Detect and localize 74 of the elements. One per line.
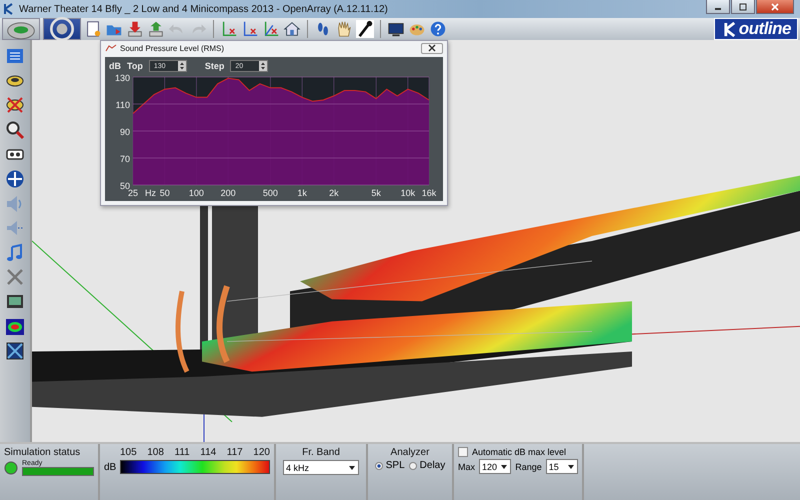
y-tick-label: 130 <box>114 73 130 83</box>
x-unit-label: Hz <box>145 188 156 198</box>
status-led-icon <box>4 461 18 475</box>
panel-close-button[interactable] <box>421 42 443 54</box>
x-tick-label: 200 <box>220 188 236 198</box>
speaker-view-button[interactable] <box>43 18 81 40</box>
x-tick-label: 1k <box>297 188 307 198</box>
curve-icon <box>105 44 117 52</box>
microphone-icon[interactable] <box>356 20 374 38</box>
range-label: Range <box>515 462 542 472</box>
maximize-icon <box>738 2 748 10</box>
crossed-box-icon[interactable] <box>5 341 25 362</box>
x-tick-label: 2k <box>329 188 339 198</box>
unit-label: dB <box>109 61 121 71</box>
speaker-crossed-icon[interactable] <box>5 95 25 116</box>
magnifier-icon[interactable] <box>5 120 25 140</box>
simulation-status-label: Simulation status <box>4 447 82 458</box>
music-note-icon[interactable] <box>5 242 25 263</box>
y-tick-label: 90 <box>120 127 130 137</box>
close-icon <box>427 44 437 52</box>
scale-tick-label: 114 <box>200 447 216 458</box>
monitor-icon[interactable] <box>387 20 405 38</box>
y-tick-label: 110 <box>116 100 130 110</box>
band-dropdown[interactable]: 4 kHz <box>283 460 359 475</box>
minimize-button[interactable] <box>706 0 730 14</box>
dropdown-caret-icon[interactable] <box>500 462 508 470</box>
help-icon[interactable] <box>429 20 447 38</box>
new-file-icon[interactable] <box>84 20 102 38</box>
range-dropdown[interactable]: 15 <box>546 459 578 474</box>
house-icon[interactable] <box>283 20 301 38</box>
list-icon[interactable] <box>5 46 25 66</box>
heatmap-icon[interactable] <box>5 316 25 337</box>
x-tick-label: 10k <box>400 188 416 198</box>
x-tick-label: 100 <box>188 188 204 198</box>
axis-zx-icon[interactable] <box>241 20 259 38</box>
maximize-button[interactable] <box>731 0 755 14</box>
step-label: Step <box>204 61 224 71</box>
axis-yx-icon[interactable] <box>220 20 238 38</box>
panel-title: Sound Pressure Level (RMS) <box>120 44 226 52</box>
scale-unit-label: dB <box>104 462 116 472</box>
move-icon[interactable] <box>5 168 25 189</box>
spin-arrows-icon[interactable] <box>259 61 268 71</box>
analyzer-radio[interactable]: SPL <box>374 460 405 471</box>
close-button[interactable] <box>756 0 794 14</box>
venue-view-button[interactable] <box>2 18 40 40</box>
dropdown-caret-icon[interactable] <box>566 462 575 470</box>
app-icon <box>3 3 15 15</box>
top-label: Top <box>127 61 143 71</box>
scale-tick-label: 117 <box>226 447 243 458</box>
analyzer-label: Analyzer <box>390 447 430 458</box>
scale-tick-label: 120 <box>253 447 270 458</box>
download-icon[interactable] <box>126 20 144 38</box>
logo: outline <box>714 18 798 40</box>
window-title: Warner Theater 14 Bfly _ 2 Low and 4 Minicompass 2013 - OpenArray (A.12.11.12) <box>19 4 389 14</box>
analyzer-radio[interactable]: Delay <box>408 460 446 471</box>
x-tick-label: 25 <box>128 188 138 198</box>
y-tick-label: 50 <box>120 181 130 191</box>
band-label: Fr. Band <box>302 447 340 458</box>
close-icon <box>770 2 780 10</box>
spin-arrows-icon[interactable] <box>178 61 186 71</box>
max-dropdown[interactable]: 120 <box>479 459 512 474</box>
scale-tick-label: 111 <box>174 447 190 458</box>
y-tick-label: 70 <box>120 154 130 164</box>
dropdown-caret-icon[interactable] <box>348 464 356 472</box>
x-tick-label: 500 <box>262 188 278 198</box>
max-label: Max <box>458 462 476 472</box>
axis-zyx-icon[interactable] <box>262 20 280 38</box>
x-tick-label: 50 <box>160 188 170 198</box>
auto-level-checkbox[interactable]: Automatic dB max level <box>458 447 578 457</box>
upload-icon[interactable] <box>147 20 165 38</box>
x-tick-label: 5k <box>371 188 381 198</box>
x-tick-label: 16k <box>422 188 436 198</box>
scale-tick-label: 108 <box>147 447 164 458</box>
scale-tick-label: 105 <box>120 447 137 458</box>
